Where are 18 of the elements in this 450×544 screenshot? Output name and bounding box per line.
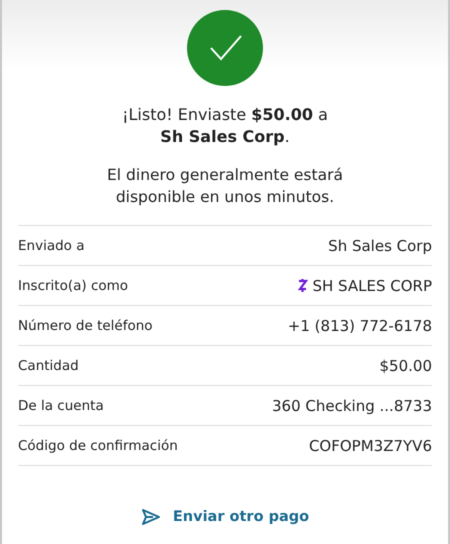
detail-value: SH SALES CORP: [312, 276, 432, 294]
detail-value: $50.00: [380, 356, 432, 374]
detail-label: De la cuenta: [18, 398, 104, 414]
detail-label: Cantidad: [18, 358, 79, 374]
success-check-icon: [187, 10, 263, 86]
detail-value: 360 Checking ...8733: [272, 396, 432, 414]
detail-label: Número de teléfono: [18, 318, 153, 334]
detail-value: Sh Sales Corp: [328, 236, 432, 254]
send-another-button[interactable]: Enviar otro pago: [134, 504, 316, 530]
detail-label: Código de confirmación: [18, 438, 178, 454]
detail-value: +1 (813) 772-6178: [288, 316, 432, 334]
detail-label: Inscrito(a) como: [18, 278, 128, 294]
send-icon: [140, 508, 161, 526]
detail-label: Enviado a: [18, 238, 84, 254]
availability-note: El dinero generalmente estará disponible en unos minutos.: [106, 165, 344, 208]
detail-value: COFOPM3Z7YV6: [308, 436, 432, 454]
confirmation-message: ¡Listo! Enviaste $50.00 a Sh Sales Corp.: [121, 104, 329, 148]
z-logo-icon: [297, 279, 308, 292]
